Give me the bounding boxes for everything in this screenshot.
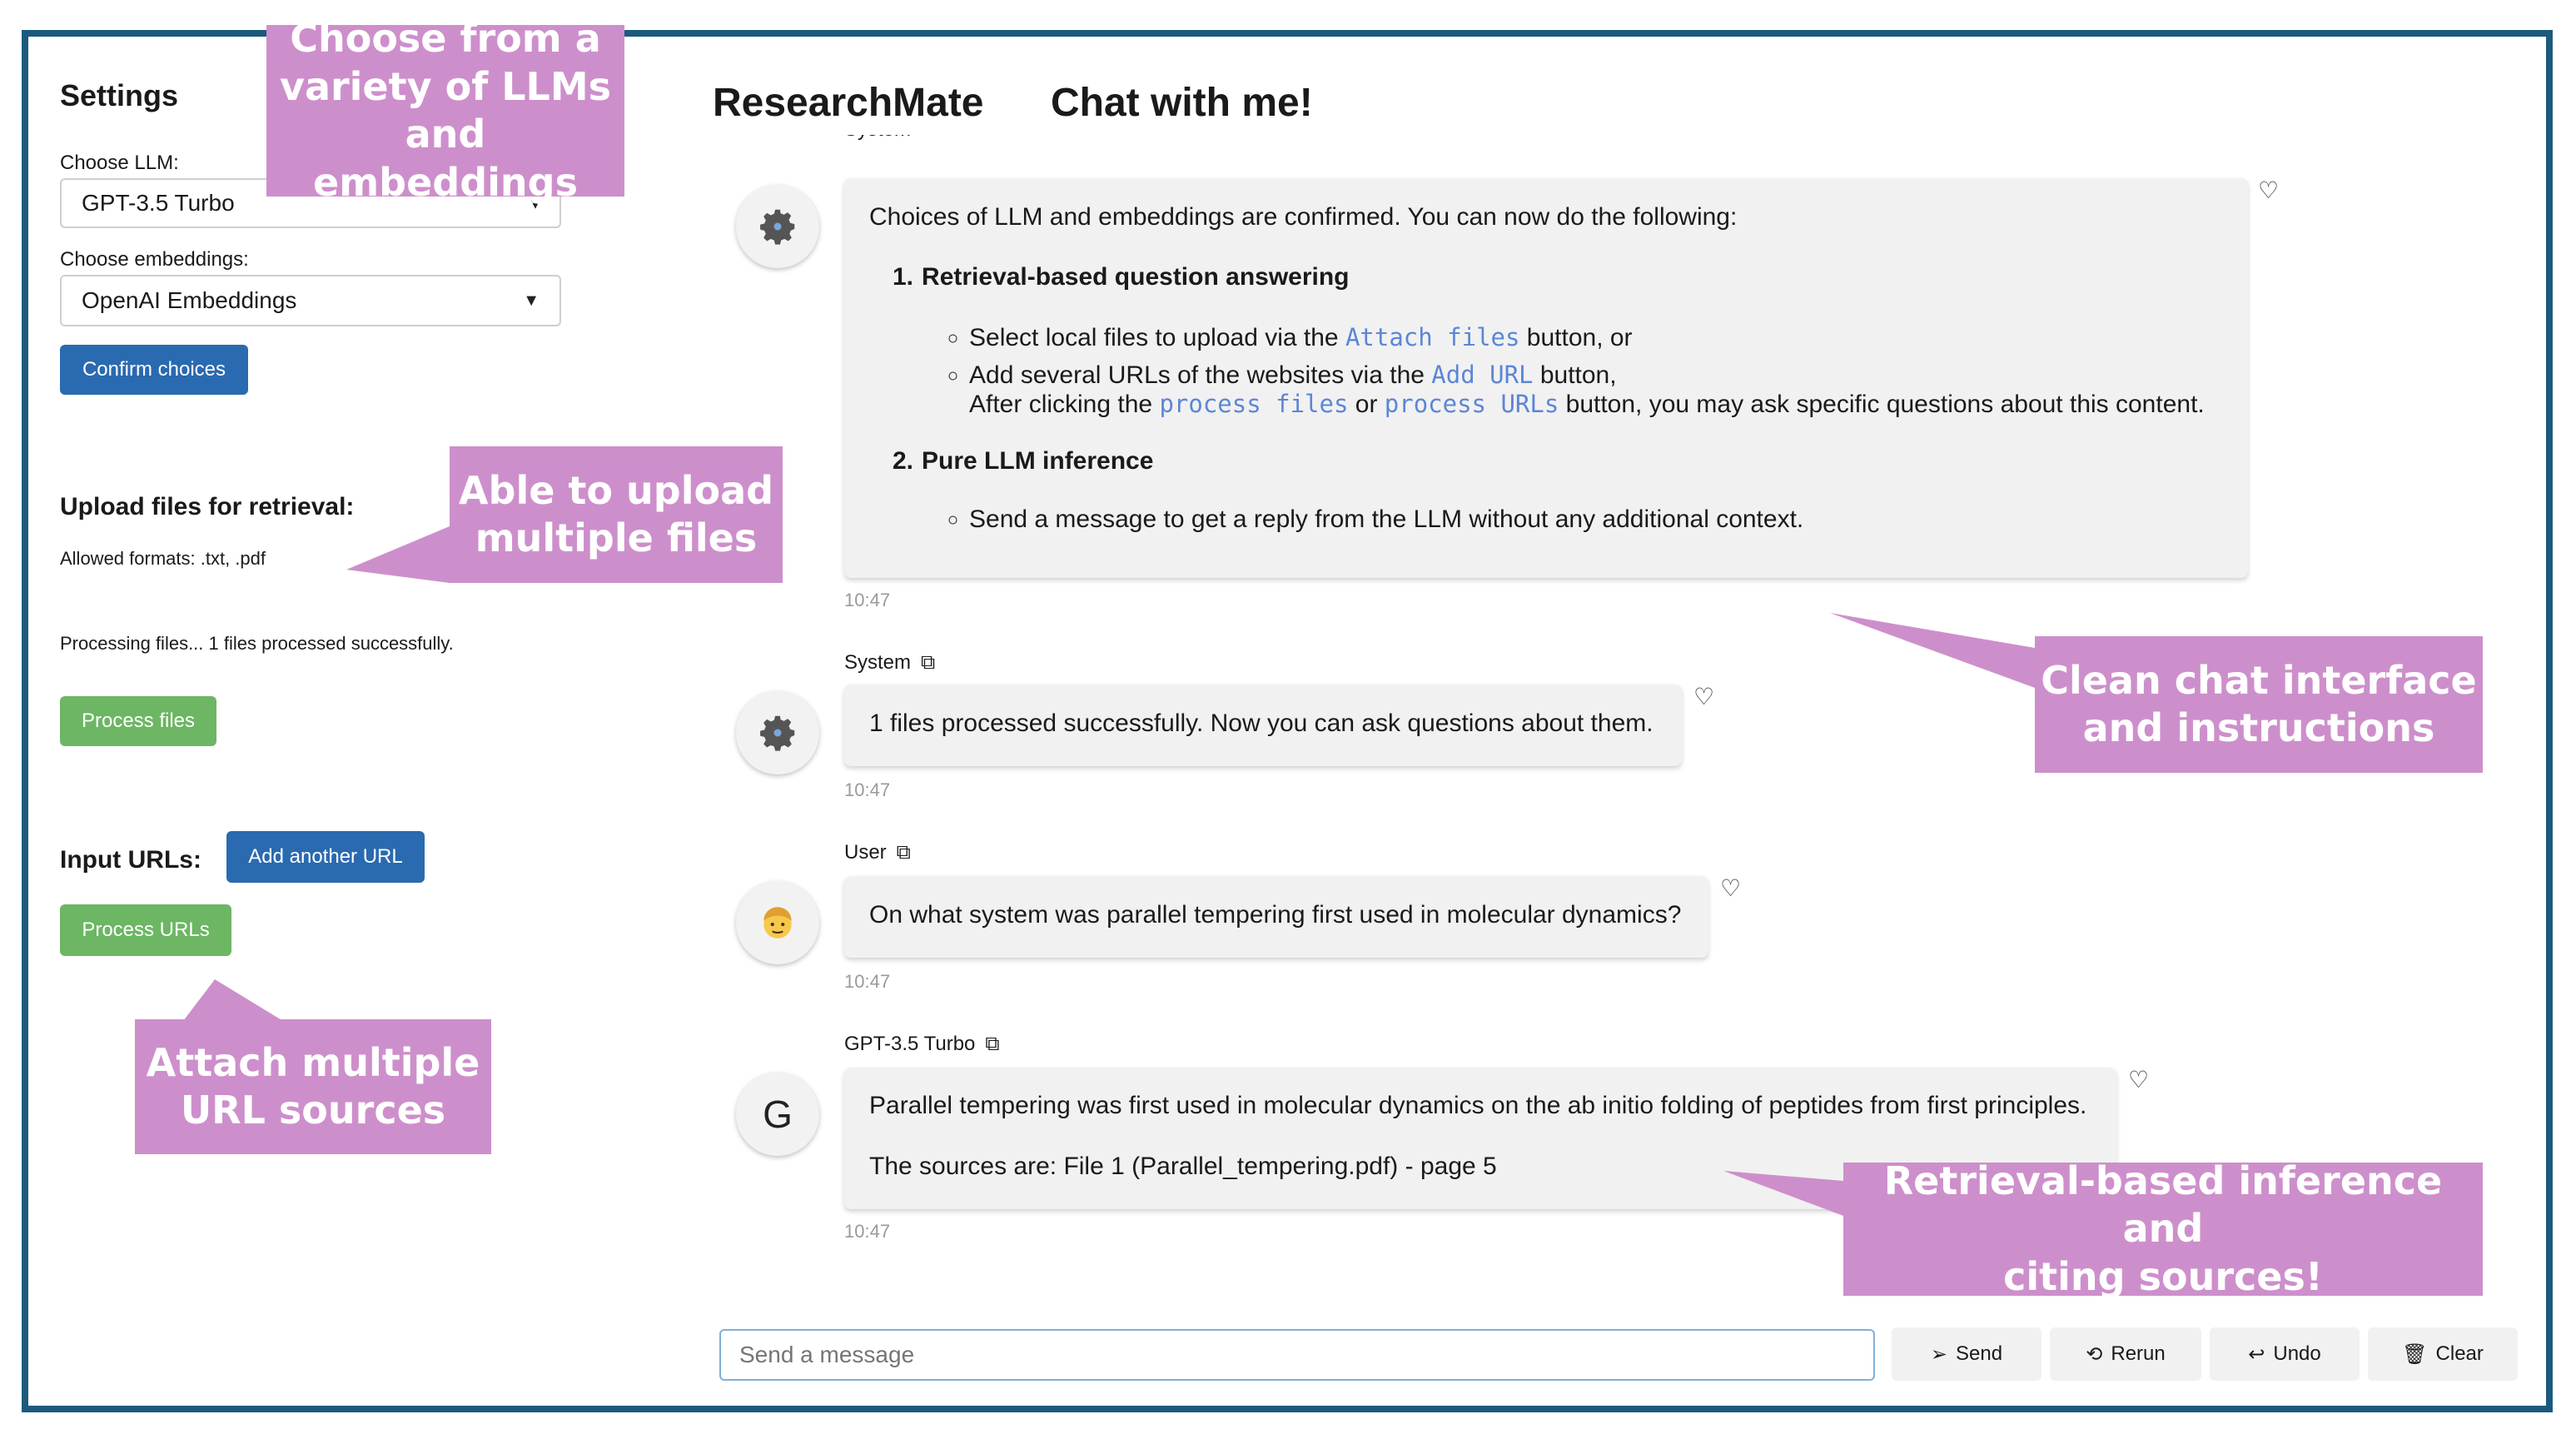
annotation-line: URL sources (180, 1088, 446, 1133)
annotation-upload: Able to upload multiple files (450, 446, 783, 583)
annotation-line: citing sources! (2003, 1253, 2323, 1299)
annotation-line: variety of LLMs (279, 63, 612, 109)
annotation-line: Choose from a (290, 16, 601, 61)
annotation-line: and embeddings (313, 112, 578, 205)
annotation-pointer (183, 979, 283, 1021)
annotation-line: Retrieval-based inference and (1883, 1158, 2443, 1252)
annotation-line: and instructions (2082, 705, 2435, 750)
annotation-retrieval: Retrieval-based inference and citing sour… (1843, 1158, 2483, 1299)
annotation-urls: Attach multiple URL sources (135, 1019, 491, 1154)
annotation-llm-choice: Choose from a variety of LLMs and embeddin… (266, 16, 624, 205)
annotation-pointer (1723, 1171, 1843, 1216)
annotation-chat-interface: Clean chat interface and instructions (2035, 636, 2483, 773)
annotation-line: Attach multiple (146, 1039, 480, 1085)
annotation-line: Able to upload (458, 467, 774, 513)
annotation-line: Clean chat interface (2041, 657, 2477, 703)
annotation-pointer (1830, 613, 2035, 688)
annotation-line: multiple files (475, 515, 758, 560)
annotation-pointer (346, 526, 450, 583)
